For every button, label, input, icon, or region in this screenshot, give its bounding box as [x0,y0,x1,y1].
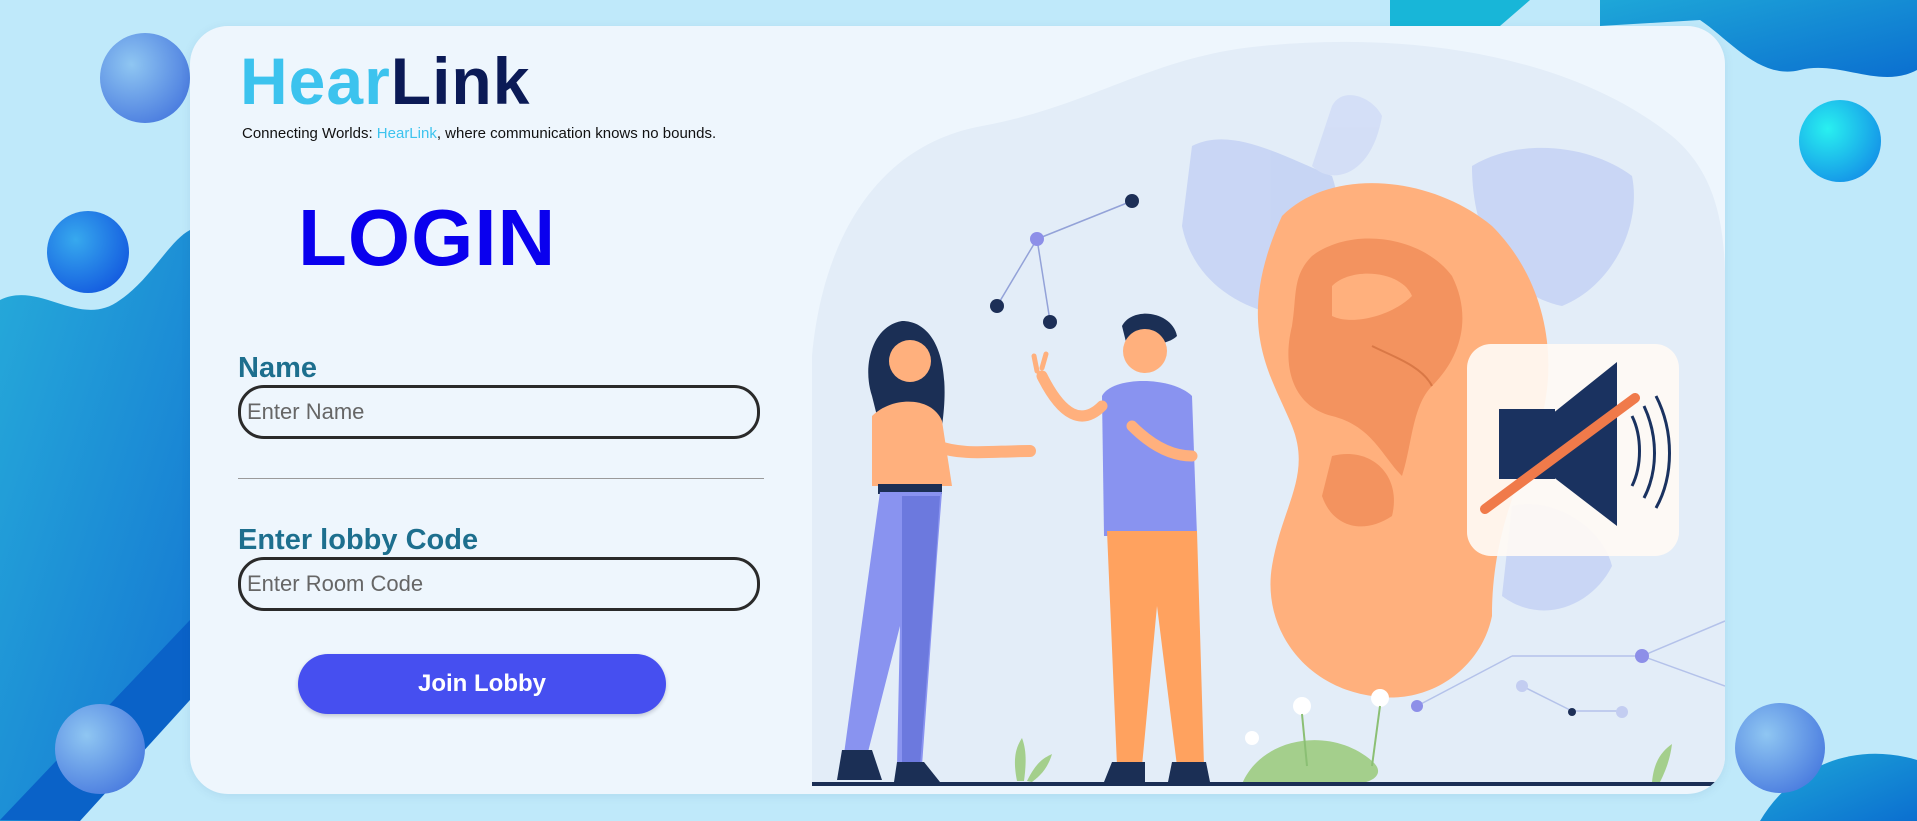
logo-link-text: Link [390,44,531,118]
hearing-illustration [812,41,1725,786]
tagline: Connecting Worlds: HearLink, where commu… [242,125,716,142]
tagline-brand: HearLink [376,125,437,142]
muted-speaker-icon [1467,344,1679,556]
name-input[interactable] [238,385,760,439]
tagline-suffix: , where communication knows no bounds. [436,125,717,142]
login-heading: LOGIN [298,193,557,282]
name-label: Name [238,352,317,384]
tagline-prefix: Connecting Worlds: [242,125,377,142]
login-card: HearLink Connecting Worlds: HearLink, wh… [190,26,1725,794]
hearlink-logo: HearLink [240,48,530,114]
join-lobby-button[interactable]: Join Lobby [298,654,666,714]
room-code-input[interactable] [238,557,760,611]
form-divider [238,478,764,479]
logo-hear-text: Hear [240,44,391,118]
lobby-code-label: Enter lobby Code [238,524,479,556]
